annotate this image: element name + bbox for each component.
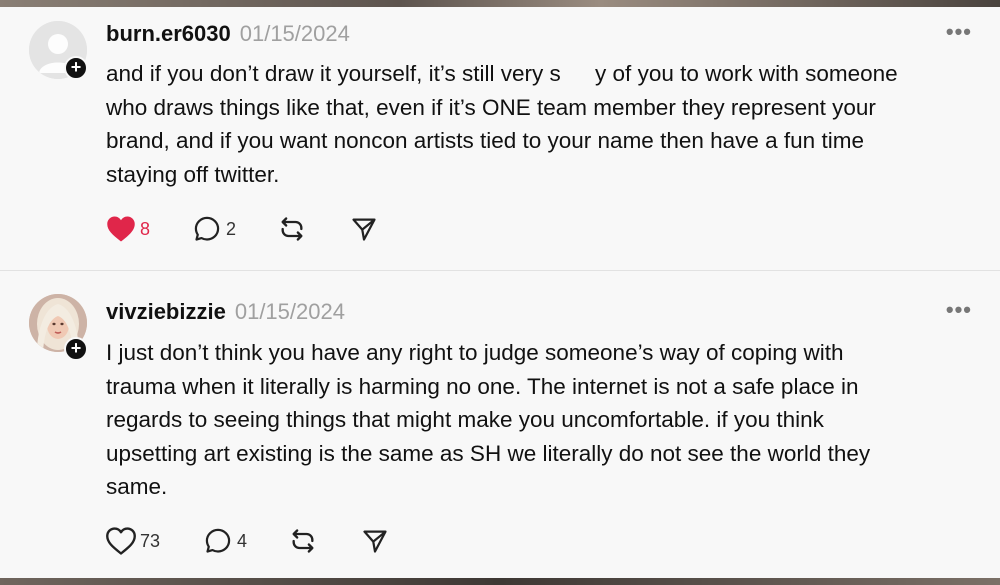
more-icon[interactable]: ••• bbox=[946, 297, 972, 323]
post-line: and if you don’t draw it yourself, it’s … bbox=[106, 57, 976, 91]
like-button[interactable]: 8 bbox=[106, 214, 192, 244]
post-actions: 73 4 bbox=[106, 526, 389, 556]
post-body: and if you don’t draw it yourself, it’s … bbox=[106, 57, 976, 191]
post-line: trauma when it literally is harming no o… bbox=[106, 373, 859, 399]
post-text: y of you to work with someone bbox=[595, 61, 898, 86]
post-line: brand, and if you want noncon artists ti… bbox=[106, 128, 864, 153]
share-button[interactable] bbox=[361, 526, 389, 556]
heart-icon bbox=[106, 527, 136, 555]
username[interactable]: vivziebizzie bbox=[106, 299, 226, 325]
like-button[interactable]: 73 bbox=[106, 526, 203, 556]
post-header: burn.er6030 01/15/2024 bbox=[106, 21, 350, 51]
post-header: vivziebizzie 01/15/2024 bbox=[106, 299, 345, 329]
follow-plus-icon[interactable]: + bbox=[64, 56, 88, 80]
post-text: and if you don’t draw it yourself, it’s … bbox=[106, 61, 561, 86]
like-count: 73 bbox=[140, 530, 161, 551]
post-line: who draws things like that, even if it’s… bbox=[106, 94, 876, 120]
follow-plus-icon[interactable]: + bbox=[64, 337, 88, 361]
post-date: 01/15/2024 bbox=[239, 21, 350, 46]
repost-icon bbox=[292, 529, 314, 553]
repost-button[interactable] bbox=[289, 526, 361, 556]
reply-count: 4 bbox=[237, 530, 248, 551]
post-line: same. bbox=[106, 474, 168, 499]
post-date: 01/15/2024 bbox=[234, 299, 345, 324]
share-button[interactable] bbox=[350, 214, 378, 244]
post-body: I just don’t think you have any right to… bbox=[106, 336, 976, 504]
heart-icon bbox=[107, 216, 135, 242]
comment-icon bbox=[205, 528, 231, 553]
post-line: staying off twitter. bbox=[106, 161, 280, 187]
post-line: regards to seeing things that might make… bbox=[106, 407, 824, 432]
reply-post: + burn.er6030 01/15/2024 ••• and if you … bbox=[0, 7, 1000, 270]
background-strip-bottom bbox=[0, 578, 1000, 585]
background-strip-top bbox=[0, 0, 1000, 7]
post-line: I just don’t think you have any right to… bbox=[106, 340, 844, 365]
comment-icon bbox=[194, 216, 220, 241]
more-icon[interactable]: ••• bbox=[946, 19, 972, 45]
repost-icon bbox=[281, 217, 303, 241]
like-count: 8 bbox=[140, 218, 151, 239]
post-actions: 8 2 bbox=[106, 214, 378, 244]
post-line: upsetting art existing is the same as SH… bbox=[106, 440, 871, 466]
post-divider bbox=[0, 270, 1000, 281]
username[interactable]: burn.er6030 bbox=[106, 21, 231, 47]
reply-button[interactable]: 2 bbox=[192, 214, 278, 244]
share-icon bbox=[352, 218, 376, 241]
reply-button[interactable]: 4 bbox=[203, 526, 289, 556]
replies-card: + burn.er6030 01/15/2024 ••• and if you … bbox=[0, 7, 1000, 578]
share-icon bbox=[363, 530, 387, 553]
repost-button[interactable] bbox=[278, 214, 350, 244]
reply-count: 2 bbox=[226, 218, 237, 239]
reply-post: + vivziebizzie 01/15/2024 ••• I just don… bbox=[0, 281, 1000, 578]
